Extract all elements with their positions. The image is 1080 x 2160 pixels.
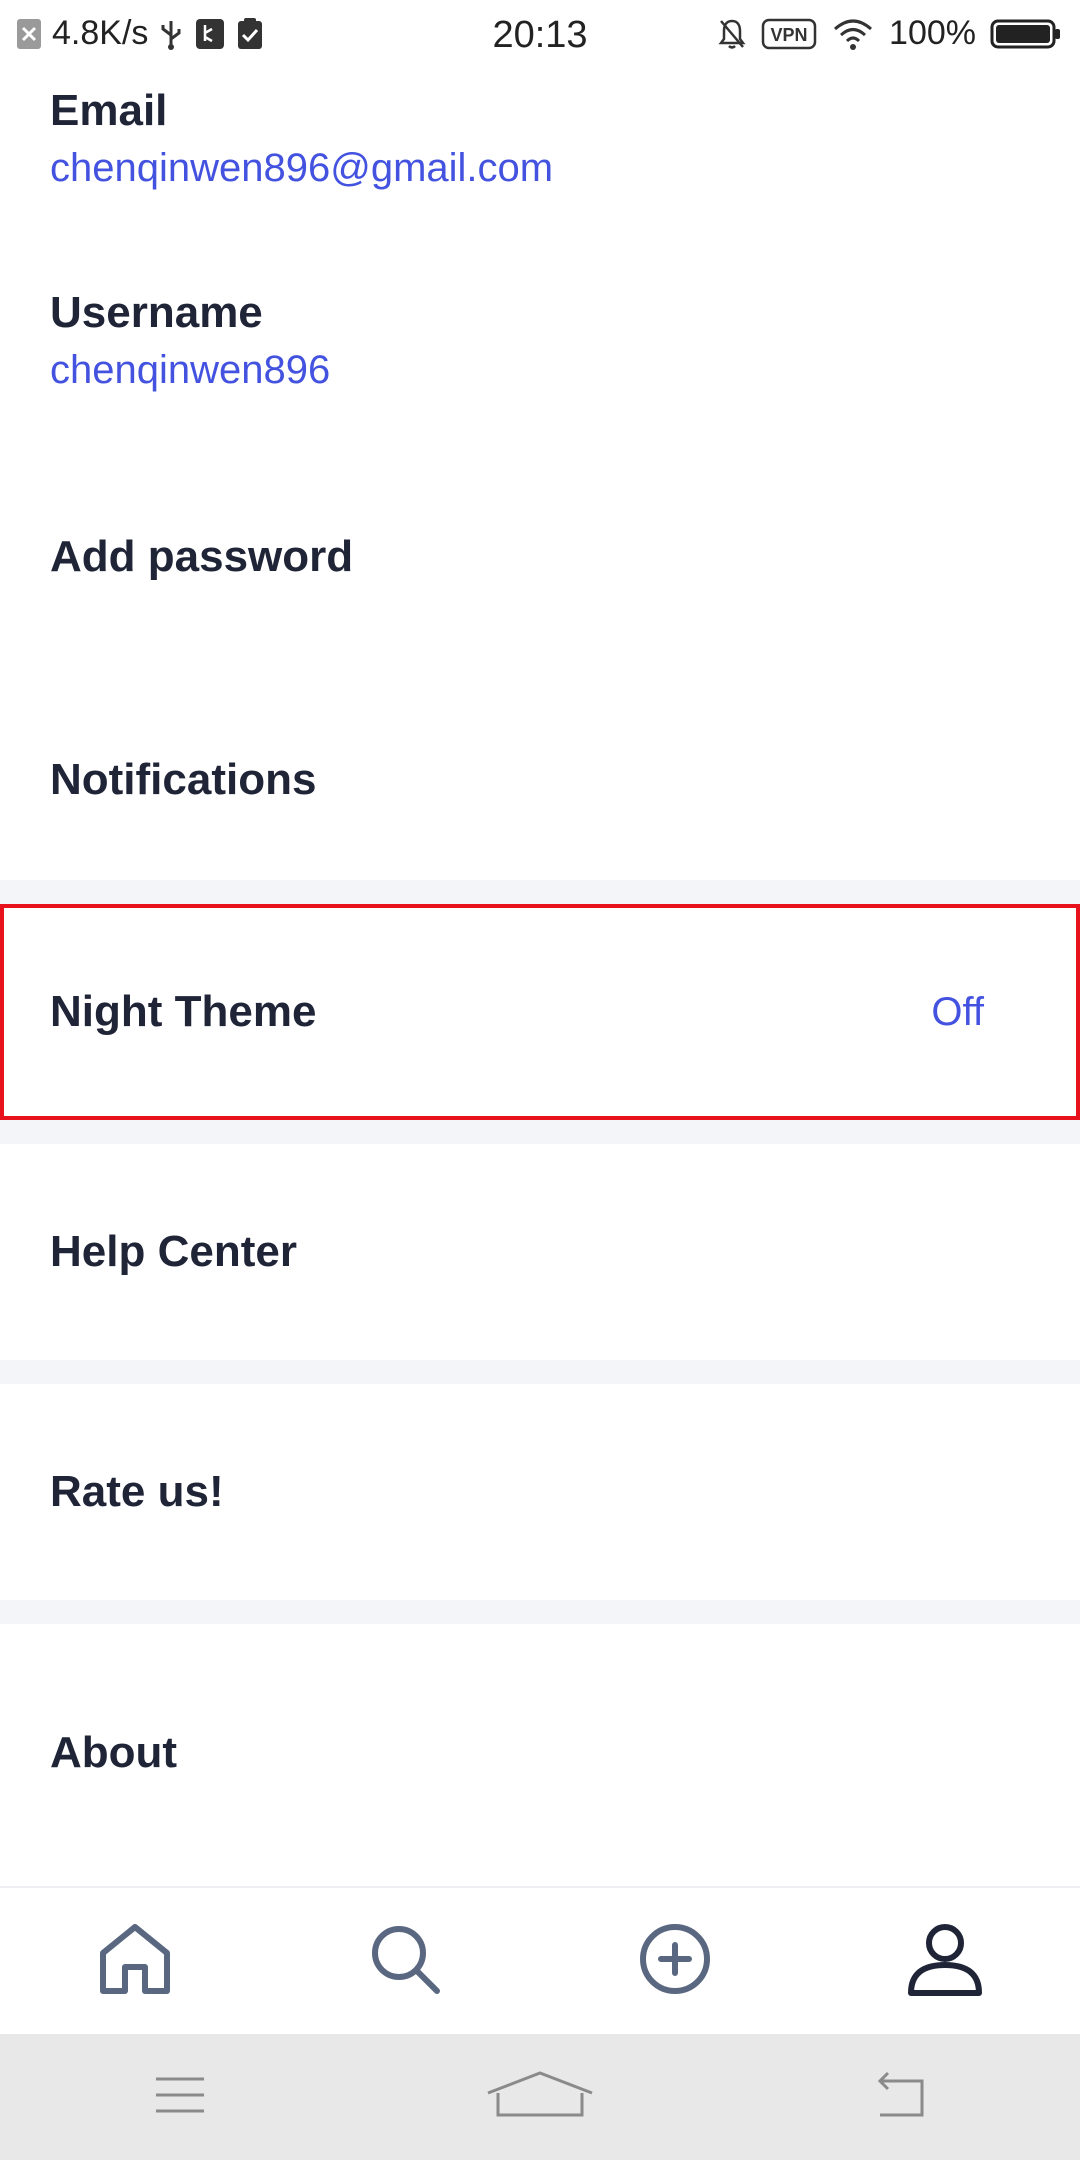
username-row[interactable]: Username chenqinwen896 [0,218,1080,434]
system-back-button[interactable] [720,2034,1080,2160]
section-divider [0,1600,1080,1624]
night-theme-row[interactable]: Night Theme Off [0,904,1080,1120]
home-outline-icon [484,2069,596,2126]
battery-icon [990,17,1062,51]
night-theme-value: Off [931,989,984,1034]
help-center-label: Help Center [50,1227,297,1276]
section-divider [0,1120,1080,1144]
status-bar: 4.8K/s 20:13 VPN 100% [0,0,1080,72]
section-divider [0,1360,1080,1384]
add-password-row[interactable]: Add password [0,434,1080,680]
section-divider [0,880,1080,904]
notifications-row[interactable]: Notifications [0,680,1080,880]
add-password-label: Add password [50,532,354,581]
status-right: VPN 100% [717,14,1062,53]
battery-percent: 100% [889,14,976,52]
system-home-button[interactable] [360,2034,720,2160]
menu-icon [152,2073,208,2122]
night-theme-label: Night Theme [50,987,317,1036]
add-icon [635,1919,715,2004]
rate-us-label: Rate us! [50,1467,224,1516]
bottom-nav [0,1886,1080,2034]
email-value: chenqinwen896@gmail.com [50,146,554,190]
help-center-row[interactable]: Help Center [0,1144,1080,1360]
search-icon [365,1919,445,2004]
wifi-icon [831,17,875,51]
nav-profile[interactable] [810,1888,1080,2034]
email-row[interactable]: Email chenqinwen896@gmail.com [0,72,1080,218]
about-label: About [50,1728,178,1777]
home-icon [95,1919,175,2004]
settings-list: Email chenqinwen896@gmail.com Username c… [0,72,1080,1882]
about-row[interactable]: About [0,1624,1080,1882]
nav-home[interactable] [0,1888,270,2034]
username-label: Username [50,288,263,337]
email-label: Email [50,86,168,135]
back-icon [872,2071,928,2124]
mute-bell-icon [717,17,747,51]
vpn-icon: VPN [761,17,817,51]
nav-search[interactable] [270,1888,540,2034]
rate-us-row[interactable]: Rate us! [0,1384,1080,1600]
notifications-label: Notifications [50,755,317,804]
svg-text:VPN: VPN [771,25,808,45]
profile-icon [905,1919,985,2004]
system-menu-button[interactable] [0,2034,360,2160]
nav-add[interactable] [540,1888,810,2034]
username-value: chenqinwen896 [50,348,331,392]
system-nav-bar [0,2034,1080,2160]
